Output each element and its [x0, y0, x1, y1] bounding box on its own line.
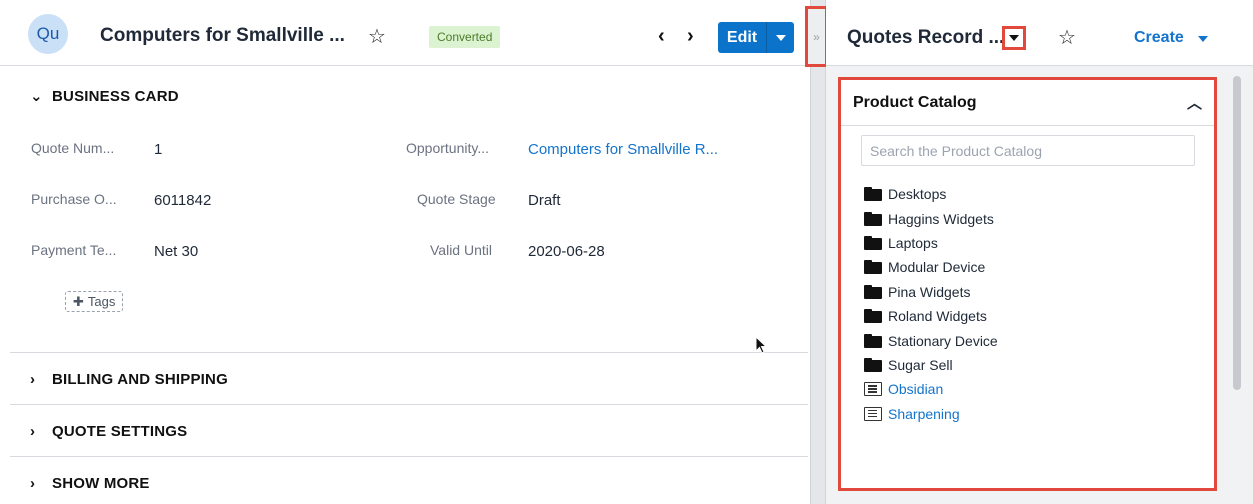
field-label-opportunity: Opportunity...	[406, 140, 490, 156]
dashlet-header[interactable]: Product Catalog ︿	[841, 80, 1214, 126]
folder-icon	[864, 235, 882, 250]
previous-record-icon[interactable]: ‹	[658, 26, 665, 46]
record-view: Qu Computers for Smallville ... ☆ Conver…	[0, 0, 810, 504]
section-divider	[10, 456, 808, 457]
folder-label: Haggins Widgets	[888, 210, 994, 227]
mouse-cursor-icon	[755, 336, 768, 354]
folder-icon	[864, 187, 882, 202]
field-value-quote-stage[interactable]: Draft	[528, 192, 561, 209]
avatar: Qu	[28, 14, 68, 54]
field-value-payment-terms[interactable]: Net 30	[154, 243, 198, 260]
caret-down-icon	[775, 34, 786, 41]
panel-header-billing-shipping[interactable]: › BILLING AND SHIPPING	[30, 371, 228, 388]
field-value-purchase-order[interactable]: 6011842	[154, 192, 211, 209]
intelligence-pane: Quotes Record ... ☆ Create Product Catal…	[826, 0, 1253, 504]
catalog-folder-item[interactable]: Modular Device	[864, 255, 998, 279]
create-button[interactable]: Create	[1134, 29, 1184, 47]
dashboard-switcher-dropdown[interactable]	[1002, 26, 1026, 50]
folder-label: Sugar Sell	[888, 356, 953, 373]
edit-button-group: Edit	[718, 22, 794, 53]
folder-icon	[864, 309, 882, 324]
catalog-folder-item[interactable]: Laptops	[864, 231, 998, 255]
folder-label: Laptops	[888, 234, 938, 251]
panel-title: QUOTE SETTINGS	[52, 423, 188, 440]
product-label: Obsidian	[888, 381, 944, 398]
chevron-right-icon: ›	[30, 423, 36, 440]
caret-down-icon	[1009, 35, 1019, 41]
add-tags-button[interactable]: ✚ Tags	[65, 291, 124, 312]
section-divider	[10, 404, 808, 405]
folder-icon	[864, 260, 882, 275]
chevron-up-icon[interactable]: ︿	[1187, 92, 1202, 113]
section-divider	[10, 352, 808, 353]
folder-label: Pina Widgets	[888, 283, 971, 300]
catalog-folder-item[interactable]: Roland Widgets	[864, 304, 998, 328]
plus-icon: ✚	[73, 293, 84, 309]
catalog-product-item[interactable]: Sharpening	[864, 402, 998, 426]
field-label-payment-terms: Payment Te...	[31, 242, 117, 258]
catalog-folder-item[interactable]: Haggins Widgets	[864, 206, 998, 230]
dashlet-title: Product Catalog	[853, 93, 977, 111]
field-label-quote-number: Quote Num...	[31, 140, 115, 156]
catalog-tree: Desktops Haggins Widgets Laptops Modular…	[864, 182, 998, 426]
next-record-icon[interactable]: ›	[687, 26, 694, 46]
toggle-sidebar-button[interactable]: »	[805, 6, 828, 67]
folder-icon	[864, 357, 882, 372]
favorite-star-icon[interactable]: ☆	[1058, 28, 1076, 48]
panel-header-quote-settings[interactable]: › QUOTE SETTINGS	[30, 423, 187, 440]
dashboard-title: Quotes Record ...	[847, 27, 1005, 48]
record-title[interactable]: Computers for Smallville ...	[100, 25, 345, 47]
tags-label: Tags	[87, 294, 116, 309]
catalog-folder-item[interactable]: Stationary Device	[864, 328, 998, 352]
catalog-product-item[interactable]: Obsidian	[864, 377, 998, 401]
chevron-down-icon: ⌄	[30, 88, 43, 105]
field-label-purchase-order: Purchase O...	[31, 191, 117, 207]
product-list-icon	[864, 406, 882, 421]
create-button-group: Create	[1134, 24, 1208, 52]
panel-title: BUSINESS CARD	[52, 87, 179, 105]
field-value-valid-until[interactable]: 2020-06-28	[528, 243, 605, 260]
create-actions-dropdown[interactable]	[1197, 29, 1208, 47]
record-header: Qu Computers for Smallville ... ☆ Conver…	[0, 0, 810, 66]
panel-title: BILLING AND SHIPPING	[52, 371, 228, 388]
catalog-folder-item[interactable]: Desktops	[864, 182, 998, 206]
catalog-search-input[interactable]	[861, 135, 1195, 166]
folder-label: Modular Device	[888, 259, 986, 276]
chevron-right-icon: ›	[30, 475, 36, 492]
favorite-star-icon[interactable]: ☆	[368, 27, 386, 47]
edit-button[interactable]: Edit	[718, 29, 766, 47]
folder-icon	[864, 284, 882, 299]
panel-header-business-card[interactable]: ⌄ BUSINESS CARD	[30, 87, 179, 106]
folder-label: Desktops	[888, 186, 947, 203]
panel-header-show-more[interactable]: › SHOW MORE	[30, 475, 150, 492]
product-catalog-dashlet: Product Catalog ︿ Desktops Haggins Widge…	[838, 77, 1217, 491]
product-label: Sharpening	[888, 405, 960, 422]
catalog-folder-item[interactable]: Sugar Sell	[864, 353, 998, 377]
folder-icon	[864, 211, 882, 226]
dashboard-header: Quotes Record ... ☆ Create	[826, 0, 1253, 66]
dashboard-scrollbar[interactable]	[1233, 76, 1241, 390]
caret-down-icon	[1197, 36, 1208, 42]
product-list-icon	[864, 382, 882, 397]
chevron-right-icon: ›	[30, 371, 36, 388]
field-value-opportunity-link[interactable]: Computers for Smallville R...	[528, 141, 718, 158]
double-chevron-right-icon: »	[813, 29, 820, 44]
field-label-quote-stage: Quote Stage	[417, 191, 496, 207]
pane-splitter[interactable]	[810, 0, 826, 504]
panel-title: SHOW MORE	[52, 475, 150, 492]
folder-label: Roland Widgets	[888, 308, 987, 325]
folder-label: Stationary Device	[888, 332, 998, 349]
field-value-quote-number[interactable]: 1	[154, 141, 162, 158]
status-badge: Converted	[429, 26, 501, 48]
field-label-valid-until: Valid Until	[430, 242, 492, 258]
folder-icon	[864, 333, 882, 348]
catalog-folder-item[interactable]: Pina Widgets	[864, 280, 998, 304]
edit-actions-dropdown[interactable]	[767, 34, 794, 41]
